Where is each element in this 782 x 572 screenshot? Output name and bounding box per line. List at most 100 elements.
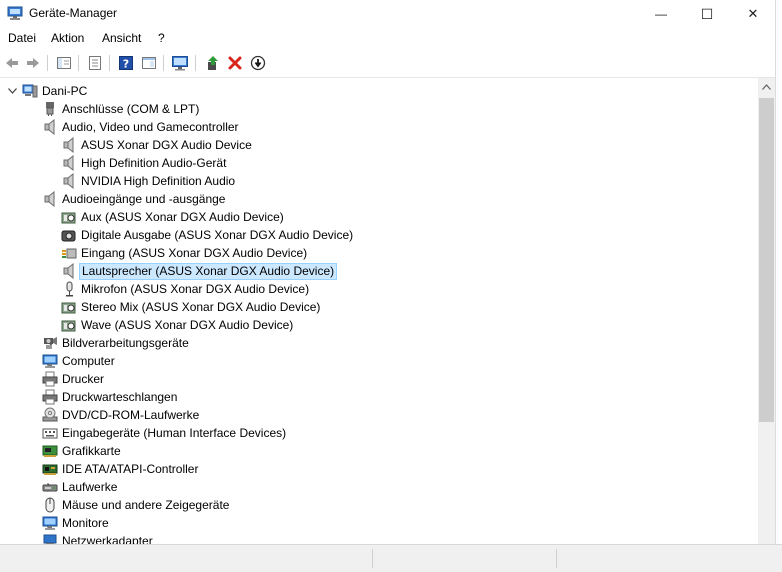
tree-category[interactable]: Audio, Video und Gamecontroller [0, 118, 758, 136]
tree-item-label: Monitore [62, 516, 109, 530]
properties-button[interactable] [85, 53, 105, 73]
menu-datei[interactable]: Datei [8, 31, 36, 45]
tree-item-label: NVIDIA High Definition Audio [81, 174, 236, 188]
tree-item-label: Wave (ASUS Xonar DGX Audio Device) [81, 318, 294, 332]
audio-jack-icon [61, 320, 76, 332]
tree-category[interactable]: Druckwarteschlangen [0, 388, 758, 406]
tree-category[interactable]: Computer [0, 352, 758, 370]
tree-device[interactable]: ASUS Xonar DGX Audio Device [0, 136, 758, 154]
scan-hardware-icon [172, 56, 188, 71]
console-tree-button[interactable] [54, 53, 74, 73]
vertical-scrollbar[interactable] [758, 78, 775, 544]
tree-category[interactable]: Grafikkarte [0, 442, 758, 460]
tree-device[interactable]: High Definition Audio-Gerät [0, 154, 758, 172]
tree-item-label: Stereo Mix (ASUS Xonar DGX Audio Device) [81, 300, 321, 314]
disable-device-button[interactable] [248, 53, 268, 73]
uninstall-device-icon [228, 56, 242, 70]
speaker-icon [63, 263, 74, 279]
help-button[interactable]: ? [116, 53, 136, 73]
tree-item-label: Dani-PC [42, 84, 88, 98]
tree-device[interactable]: Eingang (ASUS Xonar DGX Audio Device) [0, 244, 758, 262]
back-button[interactable] [2, 53, 22, 73]
printer-icon [42, 389, 58, 405]
chevron-up-icon [762, 83, 771, 90]
tree-category[interactable]: Audioeingänge und -ausgänge [0, 190, 758, 208]
status-segment [556, 549, 557, 568]
tree-category[interactable]: Eingabegeräte (Human Interface Devices) [0, 424, 758, 442]
tree-category[interactable]: IDE ATA/ATAPI-Controller [0, 460, 758, 478]
tree-item-label: Audioeingänge und -ausgänge [62, 192, 226, 206]
tree-item-label: Eingabegeräte (Human Interface Devices) [62, 426, 287, 440]
monitor-icon [42, 354, 58, 368]
tree-device[interactable]: NVIDIA High Definition Audio [0, 172, 758, 190]
scan-hardware-button[interactable] [170, 53, 190, 73]
tree-device[interactable]: Stereo Mix (ASUS Xonar DGX Audio Device) [0, 298, 758, 316]
maximize-icon: ☐ [700, 5, 714, 22]
drive-icon [42, 484, 58, 492]
update-driver-icon [208, 56, 218, 70]
maximize-button[interactable]: ☐ [684, 0, 730, 28]
tree-item-label: High Definition Audio-Gerät [81, 156, 227, 170]
toolbar-separator [163, 55, 164, 71]
minimize-button[interactable]: — [638, 0, 684, 28]
properties-icon [89, 56, 101, 70]
toolbar-separator [78, 55, 79, 71]
toolbar-separator [195, 55, 196, 71]
keyboard-icon [42, 428, 58, 439]
speaker-icon [44, 119, 55, 135]
menu-help[interactable]: ? [158, 31, 165, 45]
tree-item-label: Anschlüsse (COM & LPT) [62, 102, 200, 116]
action-pane-icon [142, 57, 156, 69]
tree-item-label: Grafikkarte [62, 444, 121, 458]
tree-category[interactable]: Laufwerke [0, 478, 758, 496]
uninstall-device-button[interactable] [225, 53, 245, 73]
forward-arrow-icon [27, 58, 39, 68]
toolbar-separator [47, 55, 48, 71]
scroll-up-button[interactable] [758, 78, 775, 95]
audio-jack-icon [61, 302, 76, 314]
tree-root[interactable]: Dani-PC [0, 82, 758, 100]
close-button[interactable]: ✕ [730, 0, 776, 28]
tree-category[interactable]: Netzwerkadapter [0, 532, 758, 544]
tree-item-label: Mäuse und andere Zeigegeräte [62, 498, 230, 512]
tree-category[interactable]: Bildverarbeitungsgeräte [0, 334, 758, 352]
speaker-icon [44, 191, 55, 207]
tree-item-label: DVD/CD-ROM-Laufwerke [62, 408, 200, 422]
tree-category[interactable]: Monitore [0, 514, 758, 532]
tree-device[interactable]: Digitale Ausgabe (ASUS Xonar DGX Audio D… [0, 226, 758, 244]
speaker-icon [63, 155, 74, 171]
tree-category[interactable]: DVD/CD-ROM-Laufwerke [0, 406, 758, 424]
tree-device[interactable]: Lautsprecher (ASUS Xonar DGX Audio Devic… [0, 262, 758, 280]
chevron-down-icon[interactable] [7, 86, 17, 96]
tree-category[interactable]: Mäuse und andere Zeigegeräte [0, 496, 758, 514]
help-icon: ? [119, 56, 133, 71]
close-icon: ✕ [747, 6, 759, 21]
digital-output-icon [61, 230, 76, 242]
microphone-icon [66, 281, 73, 297]
device-manager-app-icon [7, 6, 23, 20]
device-tree: Dani-PC Anschlüsse (COM & LPT) Audio, Vide… [0, 78, 758, 544]
speaker-icon [63, 173, 74, 189]
action-pane-button[interactable] [139, 53, 159, 73]
menu-aktion[interactable]: Aktion [51, 31, 84, 45]
status-bar [0, 544, 782, 572]
tree-device[interactable]: Wave (ASUS Xonar DGX Audio Device) [0, 316, 758, 334]
scrollbar-thumb[interactable] [759, 98, 774, 422]
tree-item-label: IDE ATA/ATAPI-Controller [62, 462, 199, 476]
computer-icon [22, 84, 38, 98]
disc-icon [42, 407, 58, 422]
menu-ansicht[interactable]: Ansicht [102, 31, 141, 45]
tree-item-label: Computer [62, 354, 115, 368]
tree-device[interactable]: Aux (ASUS Xonar DGX Audio Device) [0, 208, 758, 226]
window-border [775, 0, 782, 571]
tree-item-label: Mikrofon (ASUS Xonar DGX Audio Device) [81, 282, 310, 296]
port-icon [46, 102, 54, 116]
speaker-icon [63, 137, 74, 153]
svg-text:?: ? [123, 58, 129, 71]
tree-item-label: Digitale Ausgabe (ASUS Xonar DGX Audio D… [81, 228, 354, 242]
update-driver-button[interactable] [203, 53, 223, 73]
forward-button[interactable] [23, 53, 43, 73]
tree-category[interactable]: Drucker [0, 370, 758, 388]
tree-device[interactable]: Mikrofon (ASUS Xonar DGX Audio Device) [0, 280, 758, 298]
tree-category[interactable]: Anschlüsse (COM & LPT) [0, 100, 758, 118]
